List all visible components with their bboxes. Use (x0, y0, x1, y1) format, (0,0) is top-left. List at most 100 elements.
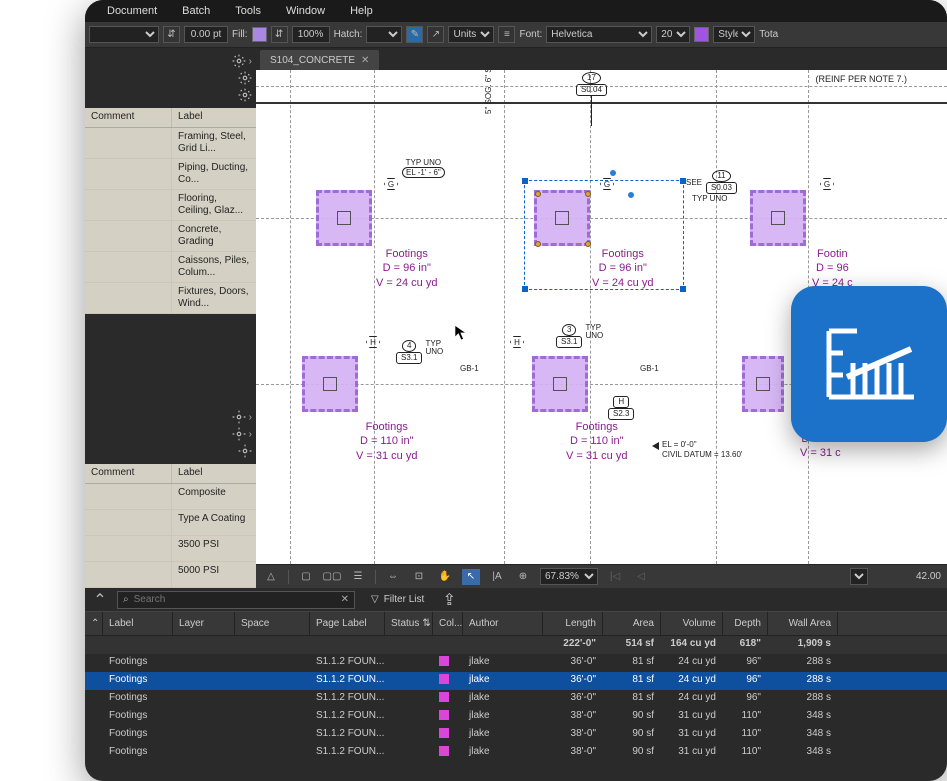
menu-tools[interactable]: Tools (235, 5, 261, 17)
hatch-label: Hatch: (334, 29, 363, 40)
callout-h: H S2.3 (608, 396, 634, 420)
sort-icon[interactable]: ⇅ (422, 618, 430, 629)
font-label: Font: (519, 29, 542, 40)
page-select[interactable] (850, 568, 868, 585)
panel-row[interactable]: Flooring, Ceiling, Glaz... (85, 190, 256, 221)
text-select-icon[interactable]: |A (488, 569, 506, 585)
col-length[interactable]: Length (543, 612, 603, 635)
menu-batch[interactable]: Batch (182, 5, 210, 17)
panel-row[interactable]: Concrete, Grading (85, 221, 256, 252)
zoom-select[interactable]: 67.83% (540, 568, 598, 585)
table-row[interactable]: FootingsS1.1.2 FOUN...jlake36'-0"81 sf24… (85, 672, 947, 690)
select-tool-icon[interactable]: ↖ (462, 569, 480, 585)
footing-markup[interactable] (532, 356, 588, 412)
footing-markup[interactable] (742, 356, 784, 412)
zoom-icon[interactable]: ⊕ (514, 569, 532, 585)
opacity-stepper[interactable]: ⇵ (271, 26, 288, 43)
clear-icon[interactable]: ✕ (341, 594, 349, 605)
table-row[interactable]: FootingsS1.1.2 FOUN...jlake36'-0"81 sf24… (85, 654, 947, 672)
hex-g: G (384, 178, 398, 190)
chevron-right-icon[interactable]: › (249, 56, 252, 67)
text-color-swatch[interactable] (694, 27, 709, 42)
highlight-tool-icon[interactable]: ✎ (406, 26, 423, 43)
col-label[interactable]: Label (103, 612, 173, 635)
gear-icon[interactable] (232, 427, 246, 441)
stroke-stepper[interactable]: ⇵ (163, 26, 180, 43)
panel-row[interactable]: 3500 PSI (85, 536, 256, 562)
col-space[interactable]: Space (235, 612, 310, 635)
col-comment[interactable]: Comment (85, 108, 172, 127)
col-page-label[interactable]: Page Label (310, 612, 385, 635)
col-layer[interactable]: Layer (173, 612, 235, 635)
col-status[interactable]: Status⇅ (385, 612, 433, 635)
col-expand[interactable]: ⌃ (85, 612, 103, 635)
chevron-right-icon[interactable]: › (249, 429, 252, 440)
gear-icon[interactable] (232, 54, 246, 68)
fill-color-swatch[interactable] (252, 27, 267, 42)
typ-uno-label: TYP UNO (692, 194, 727, 203)
align-button[interactable]: ≡ (498, 26, 515, 43)
gear-icon[interactable] (238, 71, 252, 85)
close-icon[interactable]: ✕ (361, 55, 369, 66)
grid-header-row: ⌃ Label Layer Space Page Label Status⇅ C… (85, 612, 947, 636)
arrow-tool-icon[interactable]: ↗ (427, 26, 444, 43)
table-row[interactable]: FootingsS1.1.2 FOUN...jlake38'-0"90 sf31… (85, 726, 947, 744)
panel-row[interactable]: Composite (85, 484, 256, 510)
line-style-select[interactable] (89, 26, 159, 43)
footing-markup[interactable] (302, 356, 358, 412)
fit-page-icon[interactable]: ⊡ (410, 569, 428, 585)
tab-label: S104_CONCRETE (270, 55, 355, 66)
first-page-icon[interactable]: |◁ (606, 569, 624, 585)
panel-row[interactable]: Framing, Steel, Grid Li... (85, 128, 256, 159)
font-select[interactable]: Helvetica (546, 26, 652, 43)
document-tab[interactable]: S104_CONCRETE ✕ (260, 50, 379, 70)
search-box[interactable]: ⌕ ✕ (117, 591, 355, 609)
table-row[interactable]: FootingsS1.1.2 FOUN...jlake36'-0"81 sf24… (85, 690, 947, 708)
text-style-select[interactable]: Style (713, 26, 755, 43)
hatch-select[interactable] (366, 26, 402, 43)
footing-text: FootingsD = 110 in"V = 31 cu yd (356, 420, 417, 463)
col-color[interactable]: Col... (433, 612, 463, 635)
search-input[interactable] (134, 594, 336, 605)
pan-tool-icon[interactable]: ✋ (436, 569, 454, 585)
continuous-icon[interactable]: ☰ (349, 569, 367, 585)
gear-icon[interactable] (238, 444, 252, 458)
panel-row[interactable]: 5000 PSI (85, 562, 256, 588)
export-icon[interactable]: ⇪ (440, 590, 458, 610)
gear-icon[interactable] (232, 410, 246, 424)
panel-row[interactable]: Caissons, Piles, Colum... (85, 252, 256, 283)
col-area[interactable]: Area (603, 612, 661, 635)
gear-icon[interactable] (238, 88, 252, 102)
col-label[interactable]: Label (172, 108, 256, 127)
col-wall-area[interactable]: Wall Area (768, 612, 838, 635)
two-page-icon[interactable]: ▢▢ (323, 569, 341, 585)
col-comment[interactable]: Comment (85, 464, 172, 483)
menu-window[interactable]: Window (286, 5, 325, 17)
units-select[interactable]: Units (448, 26, 494, 43)
col-author[interactable]: Author (463, 612, 543, 635)
table-row[interactable]: FootingsS1.1.2 FOUN...jlake38'-0"90 sf31… (85, 708, 947, 726)
stroke-width-input[interactable] (184, 26, 228, 43)
panel-row[interactable]: Piping, Ducting, Co... (85, 159, 256, 190)
menu-document[interactable]: Document (107, 5, 157, 17)
panel-row[interactable]: Type A Coating (85, 510, 256, 536)
chevron-right-icon[interactable]: › (249, 412, 252, 423)
collapse-icon[interactable]: ⌃ (91, 592, 109, 608)
search-icon: ⌕ (123, 594, 129, 605)
opacity-input[interactable] (292, 26, 330, 43)
filter-button[interactable]: ▽ Filter List (363, 592, 432, 607)
single-page-icon[interactable]: ▢ (297, 569, 315, 585)
col-volume[interactable]: Volume (661, 612, 723, 635)
warning-icon[interactable]: △ (262, 569, 280, 585)
footing-text: FootingsD = 110 in"V = 31 cu yd (566, 420, 627, 463)
fit-width-icon[interactable]: ⇔ (384, 569, 402, 585)
col-depth[interactable]: Depth (723, 612, 768, 635)
table-row[interactable]: FootingsS1.1.2 FOUN...jlake38'-0"90 sf31… (85, 744, 947, 758)
footing-markup[interactable] (750, 190, 806, 246)
col-label[interactable]: Label (172, 464, 256, 483)
menu-help[interactable]: Help (350, 5, 373, 17)
font-size-select[interactable]: 20 (656, 26, 690, 43)
panel-row[interactable]: Fixtures, Doors, Wind... (85, 283, 256, 314)
prev-page-icon[interactable]: ◁ (632, 569, 650, 585)
footing-markup[interactable] (316, 190, 372, 246)
